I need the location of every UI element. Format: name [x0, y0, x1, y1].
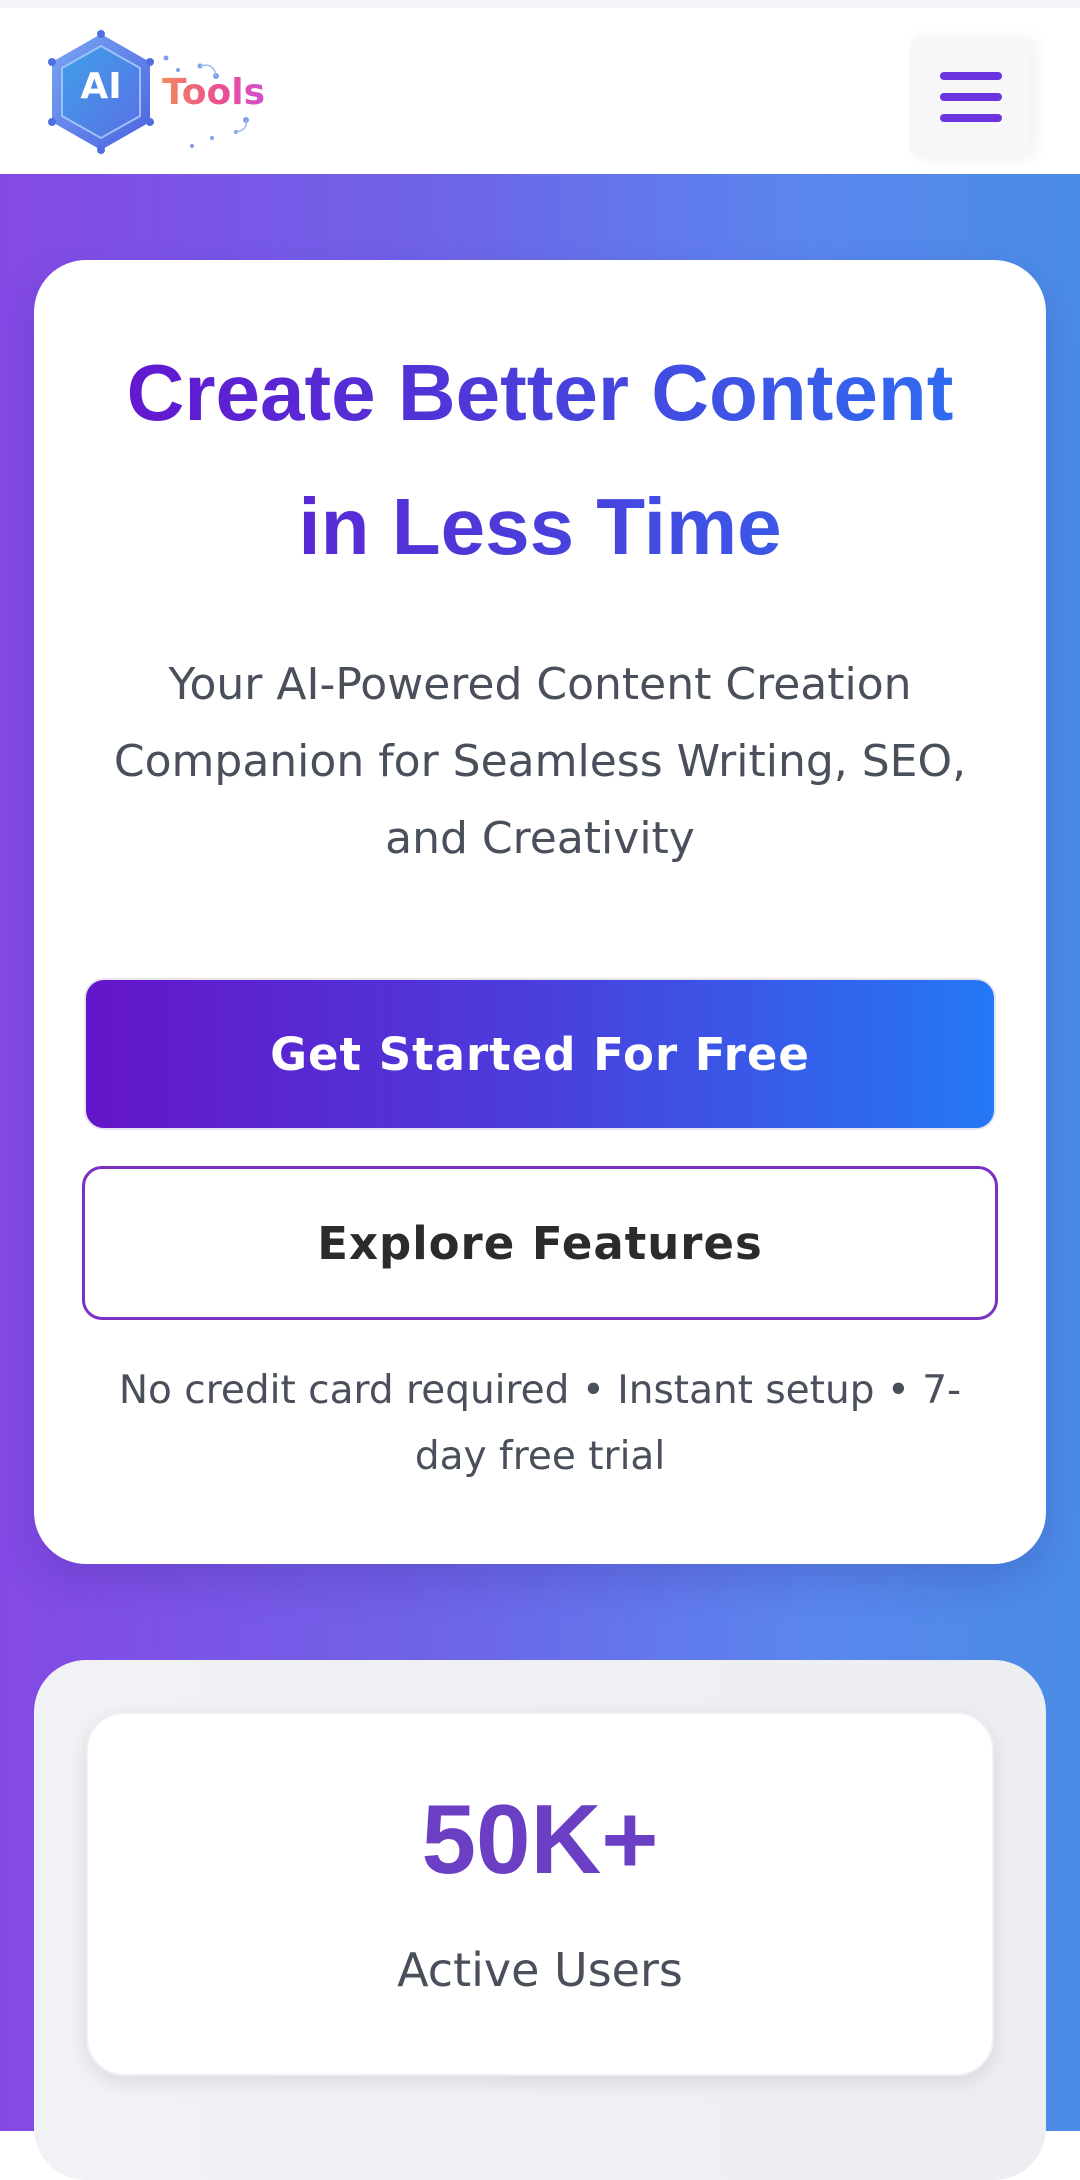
hero-title: Create Better Content in Less Time	[84, 326, 996, 594]
explore-features-button[interactable]: Explore Features	[82, 1166, 998, 1320]
hero-card: Create Better Content in Less Time Your …	[34, 260, 1046, 1564]
menu-button[interactable]	[910, 38, 1030, 158]
hero-note: No credit card required • Instant setup …	[118, 1368, 962, 1479]
stat-label: Active Users	[397, 1943, 683, 1997]
logo-wordmark: Tools	[162, 72, 266, 113]
hero-subtitle: Your AI-Powered Content Creation Compani…	[113, 659, 967, 864]
logo-badge-text: AI	[80, 66, 122, 107]
hamburger-menu-icon	[940, 72, 1002, 122]
stats-section: 50K+ Active Users	[34, 1660, 1046, 2180]
site-logo[interactable]: AI Tools	[46, 30, 276, 160]
site-header: AI Tools	[0, 8, 1080, 174]
get-started-button[interactable]: Get Started For Free	[84, 978, 996, 1130]
stat-card: 50K+ Active Users	[86, 1712, 994, 2076]
stat-value: 50K+	[421, 1784, 659, 1894]
status-strip	[0, 0, 1080, 8]
